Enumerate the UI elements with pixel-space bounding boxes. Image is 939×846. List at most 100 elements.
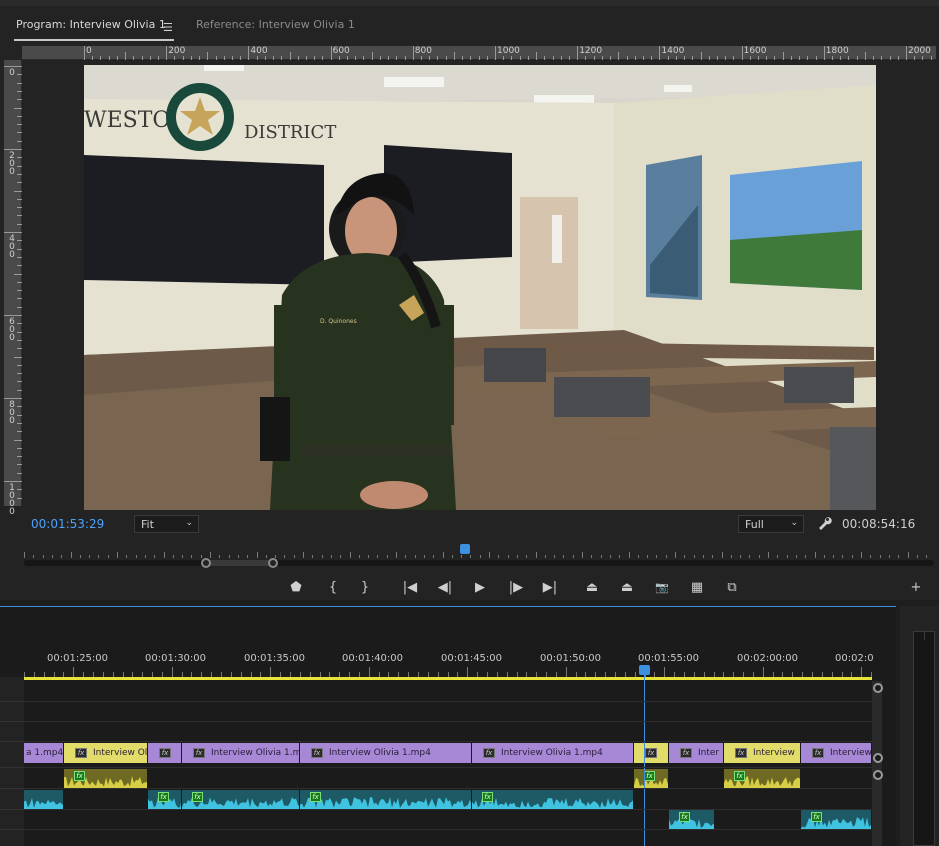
go-to-in-button[interactable]: |◀: [400, 579, 420, 597]
ruler-minor-tick: [445, 56, 447, 60]
ruler-minor-tick: [17, 414, 22, 416]
scroll-handle-bottom[interactable]: [873, 770, 883, 780]
export-frame-button[interactable]: 📷: [652, 579, 672, 597]
ruler-minor-tick: [437, 56, 439, 60]
video-frame[interactable]: WESTON DISTRICT D. Quinones: [84, 65, 876, 510]
ruler-major-tick: [4, 149, 22, 150]
ruler-minor-tick: [17, 173, 22, 175]
tab-reference[interactable]: Reference: Interview Olivia 1: [196, 18, 355, 31]
audio-clip[interactable]: [24, 790, 64, 810]
ruler-minor-tick: [215, 56, 217, 60]
ruler-minor-tick: [355, 56, 357, 60]
video-clip[interactable]: fx Interview Olivia 1.mp4: [300, 743, 472, 763]
audio-clip[interactable]: fx: [300, 790, 472, 810]
add-marker-button[interactable]: ⬟: [286, 579, 306, 597]
tab-program[interactable]: Program: Interview Olivia 1: [16, 18, 166, 31]
zoom-scroll-bar[interactable]: [24, 560, 934, 566]
video-clip[interactable]: fx: [634, 743, 669, 763]
timeline-playhead-line[interactable]: [644, 665, 645, 846]
ruler-minor-tick: [725, 56, 727, 60]
ruler-minor-tick: [503, 56, 505, 60]
audio-clip[interactable]: fx: [148, 790, 182, 810]
scrubber-tick: [79, 555, 81, 558]
vertical-scrollbar[interactable]: [872, 681, 882, 846]
ruler-minor-tick: [700, 52, 702, 60]
step-back-button[interactable]: ◀|: [435, 579, 455, 597]
audio-clip[interactable]: fx: [724, 769, 801, 789]
audio-clip[interactable]: fx: [472, 790, 634, 810]
scrubber-tick: [628, 552, 630, 558]
scrubber-tick: [182, 555, 184, 558]
audio-clip[interactable]: fx: [801, 810, 872, 830]
audio-clip[interactable]: fx: [669, 810, 715, 830]
ruler-major-tick: [84, 46, 85, 60]
video-clip[interactable]: fx Interview Olivia 1.m: [182, 743, 300, 763]
playback-resolution-select[interactable]: Full ⌄: [738, 515, 804, 533]
video-clip[interactable]: fx: [148, 743, 182, 763]
monitor-scrubber[interactable]: [24, 544, 934, 574]
ruler-minor-tick: [100, 56, 102, 60]
video-clip[interactable]: fx Interview: [801, 743, 872, 763]
track-separator: [24, 721, 872, 722]
track-separator: [24, 767, 872, 768]
monitor-playhead[interactable]: [460, 544, 470, 554]
video-clip[interactable]: fx Interview Olivia 1.mp4: [472, 743, 634, 763]
scrubber-tick: [191, 555, 193, 558]
video-clip[interactable]: fx Inter: [669, 743, 724, 763]
chevron-down-icon: ⌄: [185, 518, 193, 528]
audio-clip[interactable]: fx: [64, 769, 148, 789]
track-header-divider: [0, 809, 24, 810]
ruler-major-tick: [741, 46, 743, 60]
ruler-minor-tick: [453, 52, 455, 60]
work-area-bar[interactable]: [24, 677, 872, 680]
scrubber-tick: [544, 555, 546, 558]
audio-clip[interactable]: fx: [634, 769, 669, 789]
fx-badge-icon: fx: [645, 748, 657, 758]
button-editor-button[interactable]: +: [906, 579, 926, 597]
ruler-minor-tick: [108, 56, 110, 60]
track-separator: [24, 701, 872, 702]
ruler-minor-tick: [17, 364, 22, 366]
timeline-playhead[interactable]: [639, 665, 650, 675]
scroll-handle-mid[interactable]: [873, 753, 883, 763]
scrubber-tick: [916, 555, 918, 558]
current-timecode[interactable]: 00:01:53:29: [31, 517, 104, 531]
scrubber-tick: [312, 555, 314, 558]
video-clip[interactable]: a 1.mp4: [24, 743, 64, 763]
go-to-out-button[interactable]: ▶|: [540, 579, 560, 597]
scrubber-tick: [451, 555, 453, 558]
ruler-label: 0: [86, 46, 92, 56]
scrubber-tick: [823, 555, 825, 558]
mark-out-button[interactable]: }: [355, 579, 375, 597]
scrubber-tick: [172, 555, 174, 558]
ruler-minor-tick: [634, 56, 636, 60]
ruler-major-tick: [577, 46, 579, 60]
ruler-major-tick: [412, 46, 414, 60]
mark-in-button[interactable]: {: [323, 579, 343, 597]
zoom-handle-left[interactable]: [201, 558, 211, 568]
scrubber-tick: [237, 555, 239, 558]
play-button[interactable]: ▶: [470, 579, 490, 597]
scrubber-tick: [712, 555, 714, 558]
comparison-view-button[interactable]: ▦: [687, 579, 707, 597]
step-forward-button[interactable]: |▶: [506, 579, 526, 597]
scrubber-tick: [228, 555, 230, 558]
zoom-level-select[interactable]: Fit ⌄: [134, 515, 199, 533]
scrubber-tick: [163, 552, 165, 558]
zoom-range[interactable]: [206, 560, 274, 566]
lift-button[interactable]: ⏏: [582, 579, 602, 597]
scroll-handle-top[interactable]: [873, 683, 883, 693]
fx-badge-icon: fx: [158, 792, 169, 802]
audio-clip[interactable]: fx: [182, 790, 300, 810]
video-clip[interactable]: fx Interview: [724, 743, 801, 763]
extract-button[interactable]: ⏏: [617, 579, 637, 597]
track-separator: [24, 809, 872, 810]
ruler-minor-tick: [873, 56, 875, 60]
svg-text:DISTRICT: DISTRICT: [244, 122, 336, 143]
wrench-icon[interactable]: [816, 515, 832, 531]
proxy-toggle-button[interactable]: ⧉: [722, 579, 742, 597]
video-clip[interactable]: fx Interview Oli: [64, 743, 148, 763]
zoom-handle-right[interactable]: [268, 558, 278, 568]
timeline-ruler[interactable]: [24, 667, 873, 677]
hamburger-icon[interactable]: ☰: [163, 21, 173, 34]
